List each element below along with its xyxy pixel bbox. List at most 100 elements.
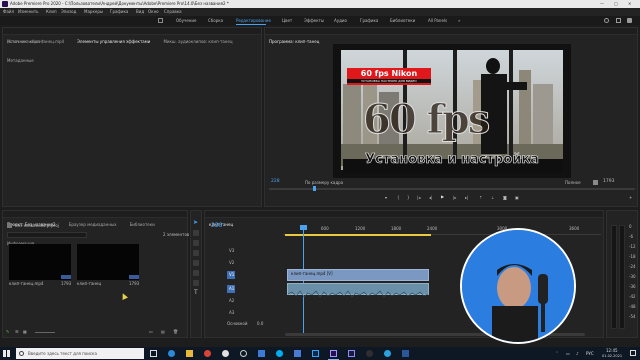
ripple-edit-tool-icon[interactable] <box>193 240 199 246</box>
taskbar-app-premiere-icon[interactable] <box>330 350 337 357</box>
minimize-button[interactable]: — <box>600 2 604 6</box>
tab-media-browser[interactable]: Браузер медиаданных <box>65 221 121 228</box>
tab-program[interactable]: Программа: клип-танец <box>265 38 323 45</box>
add-marker-icon[interactable]: ▾ <box>385 196 387 200</box>
menu-sequence[interactable]: Эпизод <box>61 10 76 14</box>
taskbar-app-word-icon[interactable] <box>402 350 409 357</box>
mark-in-icon[interactable]: { <box>397 196 400 200</box>
master-track-value[interactable]: 0.0 <box>257 322 263 326</box>
wrench-icon[interactable] <box>593 180 598 185</box>
track-v2-label[interactable]: V2 <box>229 261 234 265</box>
menu-markers[interactable]: Маркеры <box>84 10 103 14</box>
tab-libraries[interactable]: Библиотеки <box>126 221 159 228</box>
taskbar-search-box[interactable]: Введите здесь текст для поиска <box>16 348 144 359</box>
go-to-out-icon[interactable]: ▸| <box>465 196 468 200</box>
track-a2-label[interactable]: A2 <box>229 299 234 303</box>
menu-file[interactable]: Файл <box>3 10 14 14</box>
slip-tool-icon[interactable] <box>193 260 199 266</box>
search-icon[interactable] <box>604 18 609 23</box>
menu-edit[interactable]: Изменить <box>18 10 39 14</box>
step-back-icon[interactable]: ◂| <box>429 196 432 200</box>
taskbar-app-media-encoder-icon[interactable] <box>348 350 355 357</box>
selection-tool-icon[interactable]: ➤ <box>193 219 198 226</box>
taskbar-app-settings-icon[interactable] <box>240 350 247 357</box>
pen-tool-icon[interactable] <box>193 270 199 276</box>
play-icon[interactable]: ▶ <box>441 195 444 199</box>
taskbar-app-yandex-icon[interactable] <box>222 350 229 357</box>
new-item-icon[interactable]: ▤ <box>161 330 165 334</box>
track-a1-label[interactable]: A1 <box>229 287 234 291</box>
timeline-playhead-head[interactable] <box>300 225 307 230</box>
home-icon[interactable] <box>158 18 163 23</box>
tray-time[interactable]: 12:45 <box>606 349 618 353</box>
taskbar-app-mail-icon[interactable] <box>294 350 301 357</box>
workspace-color[interactable]: Цвет <box>282 19 292 23</box>
program-playhead[interactable] <box>313 186 316 191</box>
notifications-icon[interactable] <box>627 18 632 23</box>
tray-language[interactable]: РУС <box>586 352 594 356</box>
new-bin-icon[interactable]: ▭ <box>149 330 153 334</box>
audio-clip-a1[interactable] <box>287 283 429 298</box>
taskbar-app-store-icon[interactable] <box>258 350 265 357</box>
menu-graphics[interactable]: Графика <box>110 10 128 14</box>
workspace-editing[interactable]: Редактирование <box>236 19 271 23</box>
extract-icon[interactable]: ⇣ <box>491 196 494 200</box>
quality-select[interactable]: Полное <box>565 181 581 185</box>
maximize-button[interactable]: □ <box>614 2 618 6</box>
taskbar-app-explorer-icon[interactable] <box>186 350 193 357</box>
program-mini-timeline[interactable] <box>269 188 635 190</box>
mark-out-icon[interactable]: } <box>407 196 410 200</box>
task-view-icon[interactable] <box>150 350 157 357</box>
menu-help[interactable]: Справка <box>164 10 182 14</box>
trash-icon[interactable]: 🗑 <box>173 330 178 334</box>
tray-volume-icon[interactable]: ♪ <box>576 352 579 356</box>
taskbar-app-skype-icon[interactable] <box>276 350 283 357</box>
list-view-icon[interactable]: ☰ <box>15 330 19 334</box>
track-select-tool-icon[interactable] <box>193 230 199 236</box>
tab-effect-controls[interactable]: Элементы управления эффектами <box>73 38 154 45</box>
workspace-learning[interactable]: Обучение <box>176 19 196 23</box>
tray-network-icon[interactable]: ▭ <box>566 352 570 356</box>
workspace-audio[interactable]: Аудио <box>334 19 347 23</box>
timeline-work-area-bar[interactable] <box>285 234 431 236</box>
export-frame-icon[interactable]: ◙ <box>503 196 507 200</box>
track-a3-label[interactable]: A3 <box>229 311 234 315</box>
go-to-in-icon[interactable]: |◂ <box>417 196 420 200</box>
menu-clip[interactable]: Клип <box>46 10 57 14</box>
track-v1-label[interactable]: V1 <box>229 273 234 277</box>
workspace-libraries[interactable]: Библиотеки <box>390 19 415 23</box>
project-search-input[interactable] <box>7 232 87 238</box>
taskbar-app-edge-icon[interactable] <box>168 350 175 357</box>
share-icon[interactable] <box>616 18 621 23</box>
workspace-graphics[interactable]: Графика <box>360 19 378 23</box>
workspace-effects[interactable]: Эффекты <box>304 19 324 23</box>
workspace-assembly[interactable]: Сборка <box>208 19 223 23</box>
razor-tool-icon[interactable] <box>193 250 199 256</box>
taskbar-app-photoshop-icon[interactable] <box>312 350 319 357</box>
program-timecode[interactable]: 228 <box>271 179 280 185</box>
workspace-more-icon[interactable]: » <box>458 19 460 23</box>
menu-view[interactable]: Вид <box>136 10 144 14</box>
taskbar-app-obs-icon[interactable] <box>366 350 373 357</box>
tray-notification-icon[interactable] <box>630 350 636 356</box>
windows-start-icon[interactable] <box>3 350 10 357</box>
close-button[interactable]: ✕ <box>628 2 631 6</box>
video-clip-v1[interactable]: клип-танец.mp4 [V] <box>287 269 429 281</box>
icon-view-icon[interactable]: ▦ <box>23 330 27 334</box>
step-forward-icon[interactable]: |▸ <box>453 196 456 200</box>
add-button-icon[interactable]: + <box>629 196 632 200</box>
workspace-all-panels[interactable]: All Panels <box>428 19 447 23</box>
tab-metadata[interactable]: Метаданные <box>3 57 38 64</box>
taskbar-app-chrome-icon[interactable] <box>204 350 211 357</box>
zoom-fit-select[interactable]: По размеру кадра <box>305 181 343 185</box>
type-tool-icon[interactable]: T <box>194 289 198 296</box>
track-v3-label[interactable]: V3 <box>229 249 234 253</box>
tray-date[interactable]: 01.02.2021 <box>602 354 622 359</box>
tray-chevron-icon[interactable]: ˄ <box>556 352 558 356</box>
taskbar-app-telegram-icon[interactable] <box>384 350 391 357</box>
pencil-icon[interactable]: ✎ <box>6 330 9 334</box>
menu-window[interactable]: Окно <box>148 10 159 14</box>
hand-tool-icon[interactable] <box>193 280 199 286</box>
lift-icon[interactable]: ⇡ <box>479 196 482 200</box>
tab-audio-clip-mixer[interactable]: Микш. аудиоклипов: клип-танец <box>159 38 236 45</box>
